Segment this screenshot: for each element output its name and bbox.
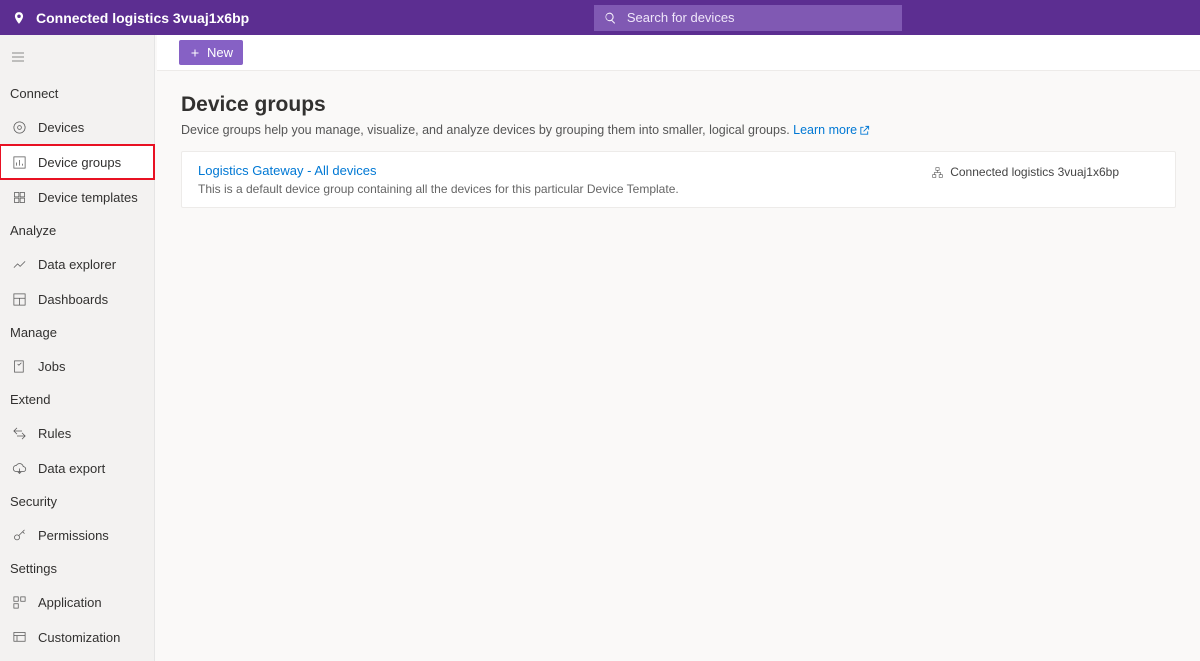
hamburger-button[interactable] [0, 45, 154, 78]
sidebar-item-label: Jobs [38, 359, 65, 374]
new-button-label: New [207, 45, 233, 60]
hierarchy-icon [931, 166, 944, 179]
sidebar-item-label: Device templates [38, 190, 138, 205]
page-title: Device groups [181, 93, 1176, 117]
device-group-card[interactable]: Logistics Gateway - All devices This is … [181, 151, 1176, 208]
device-group-link[interactable]: Logistics Gateway - All devices [198, 163, 376, 178]
search-box[interactable] [594, 5, 902, 31]
device-templates-icon [10, 188, 28, 206]
device-group-subtitle: This is a default device group containin… [198, 182, 679, 196]
sidebar-item-label: Permissions [38, 528, 109, 543]
devices-icon [10, 118, 28, 136]
device-group-app-label: Connected logistics 3vuaj1x6bp [950, 165, 1119, 179]
data-explorer-icon [10, 255, 28, 273]
external-link-icon [859, 125, 870, 136]
sidebar-item-jobs[interactable]: Jobs [0, 349, 154, 383]
sidebar-item-label: Application [38, 595, 102, 610]
sidebar-item-data-explorer[interactable]: Data explorer [0, 247, 154, 281]
jobs-icon [10, 357, 28, 375]
section-manage: Manage [0, 317, 154, 348]
sidebar: Connect Devices Device groups Device tem… [0, 35, 155, 661]
sidebar-item-rules[interactable]: Rules [0, 416, 154, 450]
main-content: New Device groups Device groups help you… [157, 35, 1200, 661]
search-icon [604, 11, 617, 25]
sidebar-item-customization[interactable]: Customization [0, 620, 154, 654]
sidebar-item-label: Data export [38, 461, 105, 476]
search-input[interactable] [627, 10, 892, 25]
sidebar-item-permissions[interactable]: Permissions [0, 518, 154, 552]
device-groups-icon [10, 153, 28, 171]
permissions-icon [10, 526, 28, 544]
plus-icon [189, 47, 201, 59]
top-bar: Connected logistics 3vuaj1x6bp [0, 0, 1200, 35]
sidebar-item-label: Devices [38, 120, 84, 135]
section-settings: Settings [0, 553, 154, 584]
sidebar-item-device-templates[interactable]: Device templates [0, 180, 154, 214]
sidebar-item-dashboards[interactable]: Dashboards [0, 282, 154, 316]
page-description: Device groups help you manage, visualize… [181, 123, 1176, 137]
section-analyze: Analyze [0, 215, 154, 246]
data-export-icon [10, 459, 28, 477]
sidebar-item-label: Dashboards [38, 292, 108, 307]
sidebar-item-label: Device groups [38, 155, 121, 170]
new-button[interactable]: New [179, 40, 243, 65]
sidebar-item-label: Data explorer [38, 257, 116, 272]
sidebar-item-application[interactable]: Application [0, 585, 154, 619]
customization-icon [10, 628, 28, 646]
sidebar-item-label: Customization [38, 630, 120, 645]
sidebar-item-label: Rules [38, 426, 71, 441]
learn-more-link[interactable]: Learn more [793, 123, 870, 137]
section-connect: Connect [0, 78, 154, 109]
section-extend: Extend [0, 384, 154, 415]
command-bar: New [157, 35, 1200, 71]
section-security: Security [0, 486, 154, 517]
app-title: Connected logistics 3vuaj1x6bp [36, 10, 249, 26]
sidebar-item-devices[interactable]: Devices [0, 110, 154, 144]
device-group-app-tag: Connected logistics 3vuaj1x6bp [931, 163, 1119, 179]
location-icon [12, 11, 26, 25]
rules-icon [10, 424, 28, 442]
application-icon [10, 593, 28, 611]
sidebar-item-data-export[interactable]: Data export [0, 451, 154, 485]
dashboards-icon [10, 290, 28, 308]
sidebar-item-device-groups[interactable]: Device groups [0, 145, 154, 179]
